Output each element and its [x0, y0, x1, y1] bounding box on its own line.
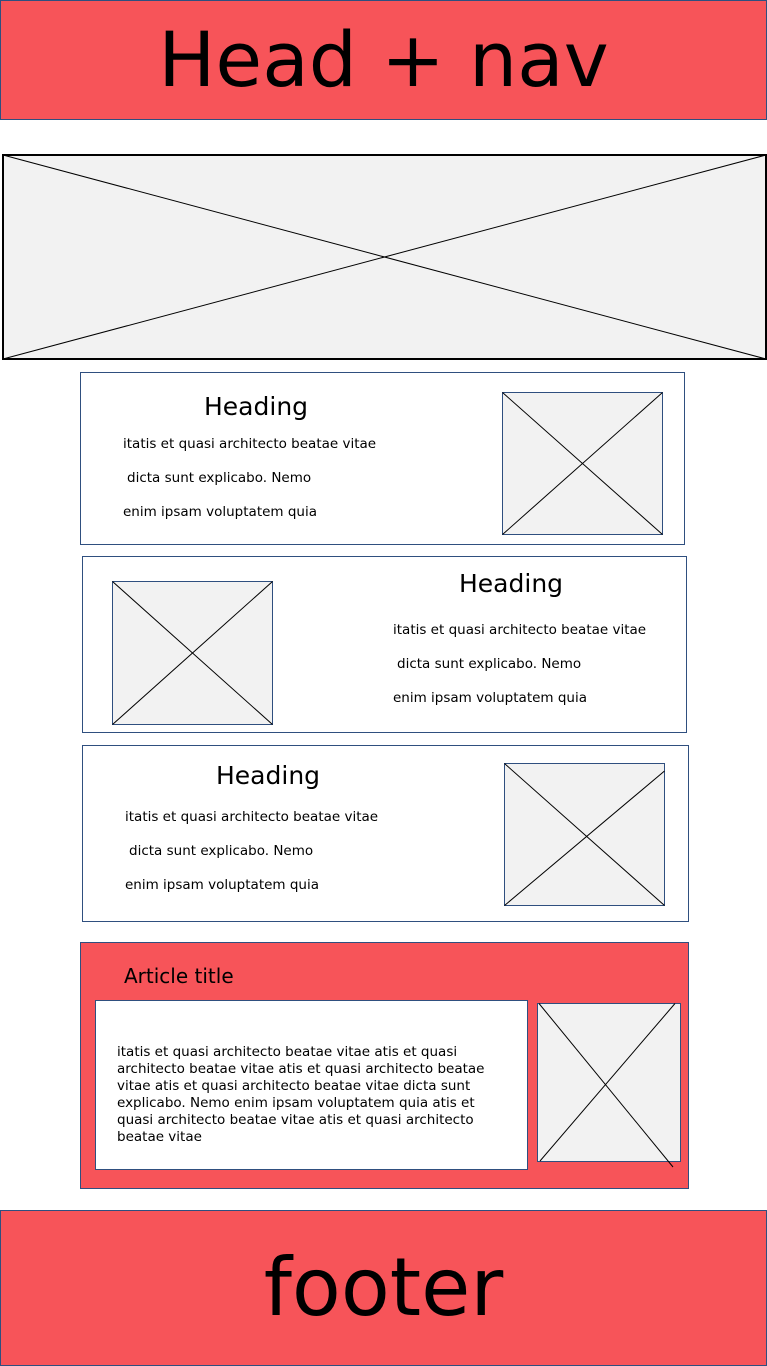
- article-section: Article title itatis et quasi architecto…: [80, 942, 689, 1189]
- card-text-line: enim ipsam voluptatem quia: [393, 690, 588, 706]
- article-body-text: itatis et quasi architecto beatae vitae …: [117, 1044, 485, 1145]
- article-image-placeholder: [537, 1003, 681, 1168]
- card-image-placeholder: [502, 392, 663, 535]
- content-card-1: Heading itatis et quasi architecto beata…: [80, 372, 685, 545]
- footer: footer: [0, 1210, 767, 1366]
- card-heading: Heading: [204, 392, 309, 421]
- content-card-3: Heading itatis et quasi architecto beata…: [82, 745, 689, 922]
- footer-label: footer: [263, 1241, 504, 1334]
- card-text-line: itatis et quasi architecto beatae vitae: [123, 436, 377, 452]
- card-text-line: enim ipsam voluptatem quia: [123, 504, 318, 520]
- article-text-box: itatis et quasi architecto beatae vitae …: [95, 1000, 528, 1170]
- content-card-2: Heading itatis et quasi architecto beata…: [82, 556, 687, 733]
- header-nav: Head + nav: [0, 0, 767, 120]
- card-text-line: itatis et quasi architecto beatae vitae: [125, 809, 379, 825]
- hero-image-placeholder: [2, 154, 767, 360]
- card-image-placeholder: [504, 763, 665, 906]
- header-label: Head + nav: [158, 15, 609, 104]
- card-heading: Heading: [459, 569, 564, 598]
- card-text-line: dicta sunt explicabo. Nemo: [127, 470, 312, 486]
- card-text-line: dicta sunt explicabo. Nemo: [397, 656, 582, 672]
- card-text-line: itatis et quasi architecto beatae vitae: [393, 622, 647, 638]
- card-image-placeholder: [112, 581, 273, 725]
- article-title: Article title: [124, 964, 234, 988]
- card-heading: Heading: [216, 761, 321, 790]
- card-text-line: enim ipsam voluptatem quia: [125, 877, 320, 893]
- card-text-line: dicta sunt explicabo. Nemo: [129, 843, 314, 859]
